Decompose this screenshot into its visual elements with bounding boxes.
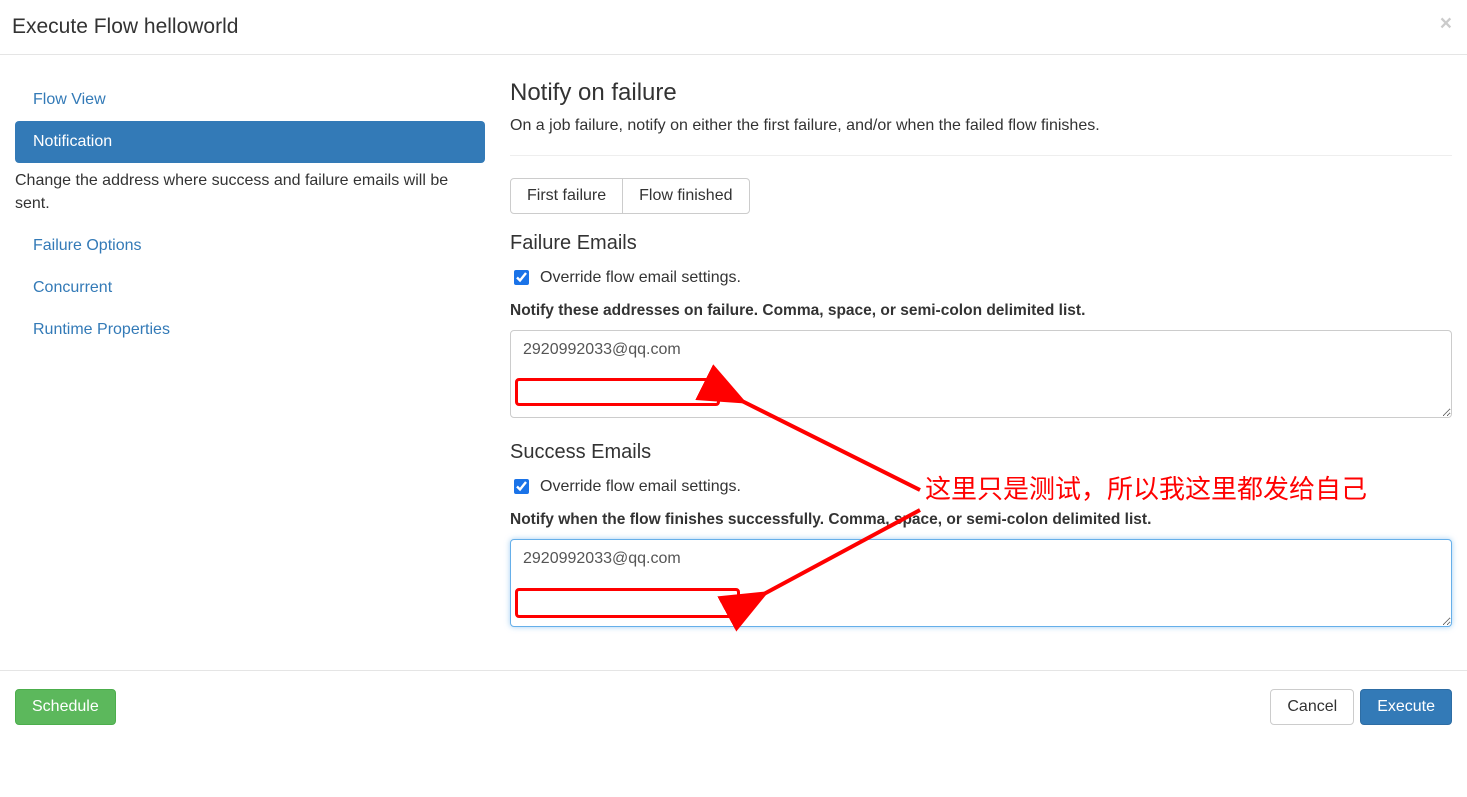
flow-finished-button[interactable]: Flow finished — [622, 178, 749, 214]
footer-right-group: Cancel Execute — [1270, 689, 1452, 725]
failure-emails-title: Failure Emails — [510, 232, 1452, 255]
sidebar-item-label: Concurrent — [33, 279, 112, 296]
success-override-label: Override flow email settings. — [540, 478, 741, 496]
sidebar-item-notification[interactable]: Notification — [15, 121, 485, 163]
sidebar-item-label: Flow View — [33, 91, 106, 108]
modal-header: Execute Flow helloworld × — [0, 0, 1467, 55]
separator — [510, 155, 1452, 156]
sidebar-item-label: Notification — [33, 133, 112, 150]
schedule-button[interactable]: Schedule — [15, 689, 116, 725]
sidebar-item-failure-options[interactable]: Failure Options — [15, 225, 485, 267]
success-emails-input[interactable] — [510, 539, 1452, 627]
close-icon: × — [1440, 12, 1452, 35]
cancel-button[interactable]: Cancel — [1270, 689, 1354, 725]
main-panel: Notify on failure On a job failure, noti… — [485, 79, 1452, 650]
modal-footer: Schedule Cancel Execute — [0, 670, 1467, 743]
failure-override-label: Override flow email settings. — [540, 269, 741, 287]
success-emails-desc: Notify when the flow finishes successful… — [510, 511, 1452, 529]
sidebar-nav: Flow View Notification — [15, 79, 485, 163]
success-override-checkbox[interactable] — [514, 479, 529, 494]
sidebar-item-runtime-properties[interactable]: Runtime Properties — [15, 309, 485, 351]
sidebar-item-label: Failure Options — [33, 237, 142, 254]
success-override-row[interactable]: Override flow email settings. — [510, 476, 1452, 497]
failure-notify-toggle-group: First failure Flow finished — [510, 178, 750, 214]
execute-flow-modal: Execute Flow helloworld × Flow View Noti… — [0, 0, 1467, 743]
sidebar-item-concurrent[interactable]: Concurrent — [15, 267, 485, 309]
modal-title: Execute Flow helloworld — [12, 15, 238, 39]
sidebar-nav-lower: Failure Options Concurrent Runtime Prope… — [15, 225, 485, 351]
failure-emails-desc: Notify these addresses on failure. Comma… — [510, 302, 1452, 320]
section-subtitle: On a job failure, notify on either the f… — [510, 117, 1452, 135]
section-title: Notify on failure — [510, 79, 1452, 107]
sidebar: Flow View Notification Change the addres… — [15, 79, 485, 650]
failure-override-checkbox[interactable] — [514, 270, 529, 285]
first-failure-button[interactable]: First failure — [510, 178, 623, 214]
failure-emails-input[interactable] — [510, 330, 1452, 418]
sidebar-item-flow-view[interactable]: Flow View — [15, 79, 485, 121]
success-emails-title: Success Emails — [510, 441, 1452, 464]
execute-button[interactable]: Execute — [1360, 689, 1452, 725]
close-button[interactable]: × — [1440, 13, 1452, 34]
modal-body: Flow View Notification Change the addres… — [0, 55, 1467, 670]
failure-override-row[interactable]: Override flow email settings. — [510, 267, 1452, 288]
sidebar-active-description: Change the address where success and fai… — [15, 169, 485, 215]
sidebar-item-label: Runtime Properties — [33, 321, 170, 338]
